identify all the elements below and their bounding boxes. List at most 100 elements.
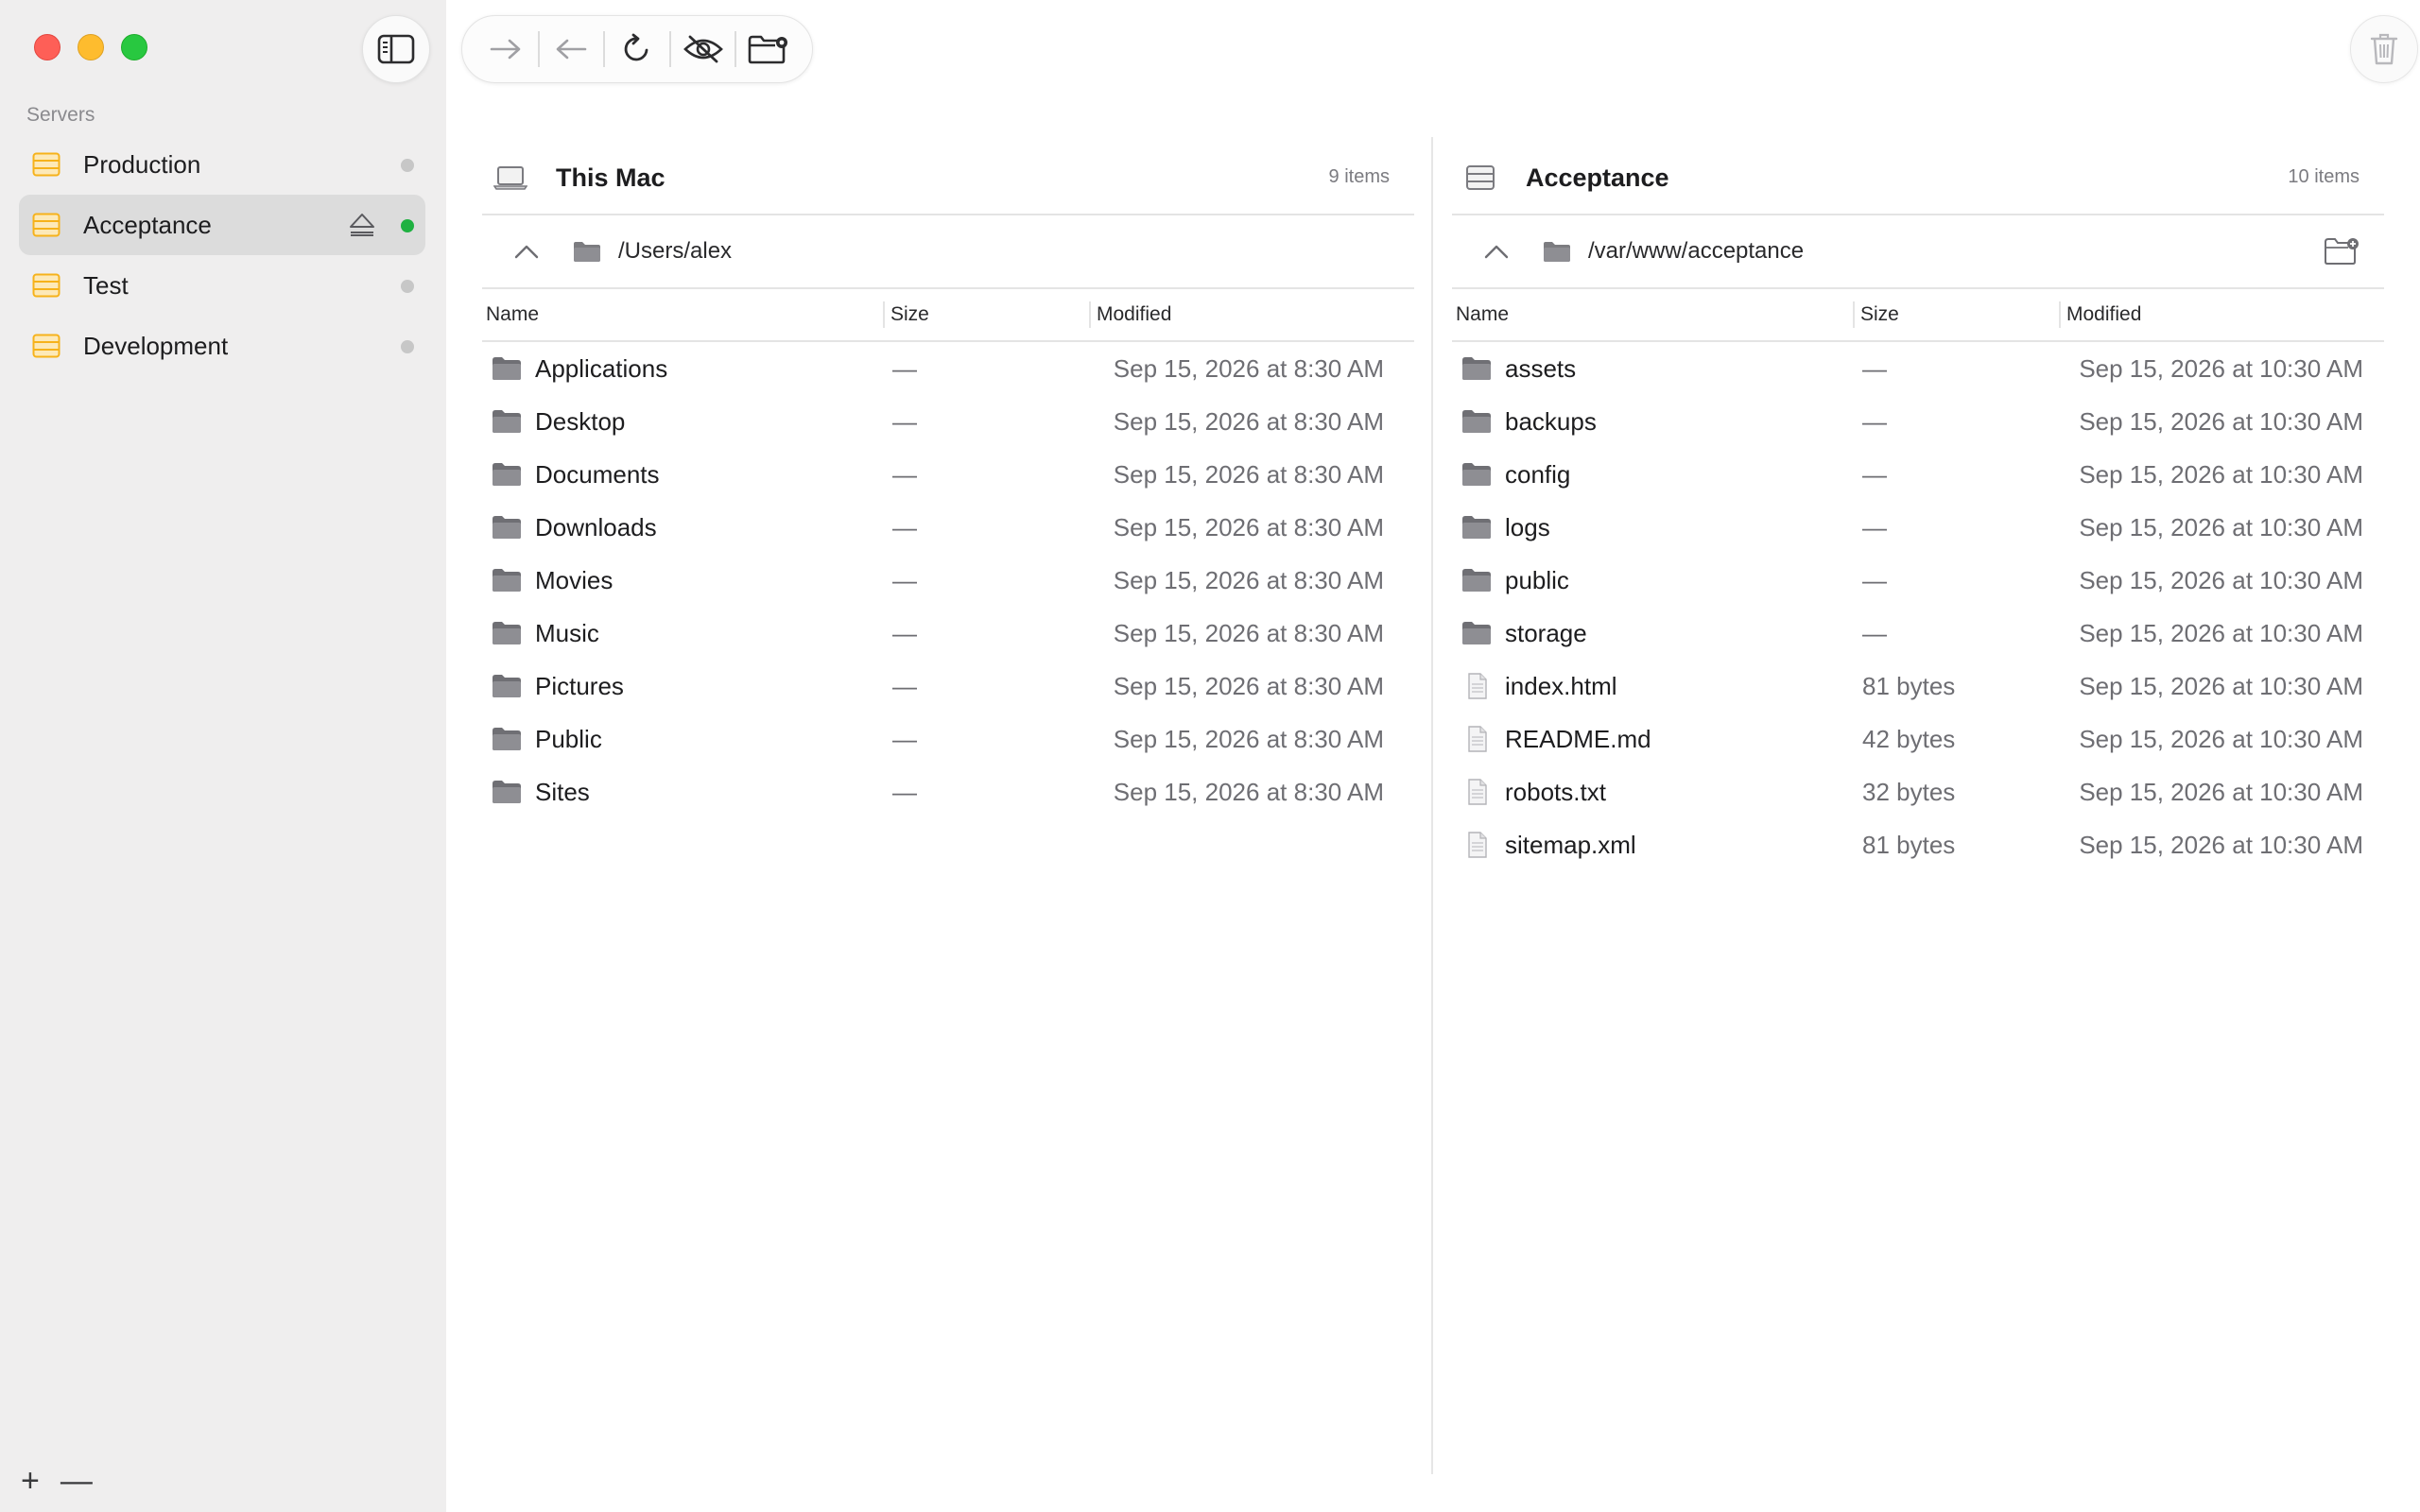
trash-icon	[2370, 33, 2398, 65]
sidebar-item-development[interactable]: Development	[19, 316, 425, 376]
file-size: —	[892, 618, 917, 647]
sidebar-item-acceptance[interactable]: Acceptance	[19, 195, 425, 255]
file-modified: Sep 15, 2026 at 10:30 AM	[2079, 671, 2363, 700]
arrow-left-icon	[557, 39, 587, 60]
file-modified: Sep 15, 2026 at 8:30 AM	[1113, 671, 1384, 700]
file-size: 81 bytes	[1862, 671, 1956, 700]
column-header-size[interactable]: Size	[883, 301, 929, 328]
table-row[interactable]: robots.txt 32 bytes Sep 15, 2026 at 10:30 …	[1452, 765, 2384, 818]
document-icon	[1468, 673, 1487, 699]
file-modified: Sep 15, 2026 at 8:30 AM	[1113, 459, 1384, 489]
path-bar: /var/www/acceptance	[1452, 215, 2384, 289]
eject-icon[interactable]	[348, 212, 376, 238]
file-modified: Sep 15, 2026 at 10:30 AM	[2079, 777, 2363, 806]
remove-server-button[interactable]: —	[60, 1465, 93, 1497]
column-header-size[interactable]: Size	[1853, 301, 1899, 328]
sidebar-item-label: Production	[83, 149, 201, 179]
folder-icon	[493, 516, 521, 539]
column-header-name[interactable]: Name	[1456, 303, 1509, 326]
new-folder-icon[interactable]	[2324, 236, 2360, 266]
new-folder-button[interactable]	[736, 21, 801, 77]
back-button[interactable]	[540, 21, 604, 77]
table-row[interactable]: assets — Sep 15, 2026 at 10:30 AM	[1452, 342, 2384, 395]
laptop-icon	[493, 166, 527, 190]
sidebar: Servers Production Acceptance Test Devel…	[0, 0, 446, 1512]
column-header-modified[interactable]: Modified	[2059, 301, 2141, 328]
table-row[interactable]: Desktop — Sep 15, 2026 at 8:30 AM	[482, 395, 1414, 448]
table-header: Name Size Modified	[482, 289, 1414, 342]
file-name: index.html	[1505, 671, 1617, 700]
file-name: Pictures	[535, 671, 624, 700]
table-row[interactable]: backups — Sep 15, 2026 at 10:30 AM	[1452, 395, 2384, 448]
server-icon	[32, 152, 60, 177]
online-status-dot	[401, 219, 414, 232]
table-row[interactable]: Documents — Sep 15, 2026 at 8:30 AM	[482, 448, 1414, 501]
file-size: 81 bytes	[1862, 830, 1956, 859]
file-name: Music	[535, 618, 599, 647]
file-size: —	[892, 724, 917, 753]
column-header-name[interactable]: Name	[486, 303, 539, 326]
document-icon	[1468, 726, 1487, 752]
table-row[interactable]: config — Sep 15, 2026 at 10:30 AM	[1452, 448, 2384, 501]
sidebar-item-label: Development	[83, 331, 229, 360]
zoom-window-button[interactable]	[121, 34, 147, 60]
folder-icon	[574, 242, 600, 262]
current-path: /var/www/acceptance	[1588, 238, 1805, 264]
table-row[interactable]: README.md 42 bytes Sep 15, 2026 at 10:30 A…	[1452, 713, 2384, 765]
folder-icon	[1462, 622, 1491, 644]
table-row[interactable]: index.html 81 bytes Sep 15, 2026 at 10:30 …	[1452, 660, 2384, 713]
folder-gear-icon	[748, 35, 788, 64]
offline-status-dot	[401, 340, 414, 353]
server-list: Production Acceptance Test Development	[19, 134, 425, 376]
file-name: Documents	[535, 459, 660, 489]
file-size: —	[892, 512, 917, 541]
pane-divider[interactable]	[1431, 137, 1433, 1474]
table-row[interactable]: logs — Sep 15, 2026 at 10:30 AM	[1452, 501, 2384, 554]
column-header-modified[interactable]: Modified	[1089, 301, 1171, 328]
table-row[interactable]: Public — Sep 15, 2026 at 8:30 AM	[482, 713, 1414, 765]
pane-header: Acceptance 10 items	[1452, 142, 2384, 215]
table-row[interactable]: Pictures — Sep 15, 2026 at 8:30 AM	[482, 660, 1414, 713]
file-list: assets — Sep 15, 2026 at 10:30 AM backups — S…	[1452, 342, 2384, 871]
server-icon	[32, 213, 60, 237]
item-count: 10 items	[2288, 166, 2360, 187]
table-row[interactable]: Music — Sep 15, 2026 at 8:30 AM	[482, 607, 1414, 660]
document-icon	[1468, 779, 1487, 805]
file-size: —	[1862, 512, 1887, 541]
table-row[interactable]: Sites — Sep 15, 2026 at 8:30 AM	[482, 765, 1414, 818]
sidebar-item-test[interactable]: Test	[19, 255, 425, 316]
file-size: —	[892, 353, 917, 383]
file-modified: Sep 15, 2026 at 8:30 AM	[1113, 512, 1384, 541]
table-row[interactable]: sitemap.xml 81 bytes Sep 15, 2026 at 10:30…	[1452, 818, 2384, 871]
table-row[interactable]: Downloads — Sep 15, 2026 at 8:30 AM	[482, 501, 1414, 554]
sidebar-item-production[interactable]: Production	[19, 134, 425, 195]
file-modified: Sep 15, 2026 at 8:30 AM	[1113, 406, 1384, 436]
chevron-up-icon[interactable]	[512, 242, 541, 261]
folder-icon	[493, 569, 521, 592]
close-window-button[interactable]	[34, 34, 60, 60]
add-server-button[interactable]: +	[21, 1465, 40, 1497]
file-name: README.md	[1505, 724, 1651, 753]
file-name: Public	[535, 724, 602, 753]
file-modified: Sep 15, 2026 at 8:30 AM	[1113, 618, 1384, 647]
delete-button[interactable]	[2350, 15, 2418, 83]
file-size: —	[1862, 618, 1887, 647]
file-modified: Sep 15, 2026 at 10:30 AM	[2079, 406, 2363, 436]
table-row[interactable]: public — Sep 15, 2026 at 10:30 AM	[1452, 554, 2384, 607]
forward-button[interactable]	[474, 21, 538, 77]
refresh-button[interactable]	[605, 21, 669, 77]
path-bar: /Users/alex	[482, 215, 1414, 289]
folder-icon	[1462, 357, 1491, 380]
table-row[interactable]: Movies — Sep 15, 2026 at 8:30 AM	[482, 554, 1414, 607]
file-name: Desktop	[535, 406, 626, 436]
file-name: Movies	[535, 565, 614, 594]
table-row[interactable]: Applications — Sep 15, 2026 at 8:30 AM	[482, 342, 1414, 395]
file-size: —	[892, 671, 917, 700]
table-row[interactable]: storage — Sep 15, 2026 at 10:30 AM	[1452, 607, 2384, 660]
file-size: —	[1862, 459, 1887, 489]
chevron-up-icon[interactable]	[1482, 242, 1511, 261]
toggle-hidden-files-button[interactable]	[671, 21, 735, 77]
table-header: Name Size Modified	[1452, 289, 2384, 342]
minimize-window-button[interactable]	[78, 34, 104, 60]
toggle-sidebar-button[interactable]	[362, 15, 430, 83]
